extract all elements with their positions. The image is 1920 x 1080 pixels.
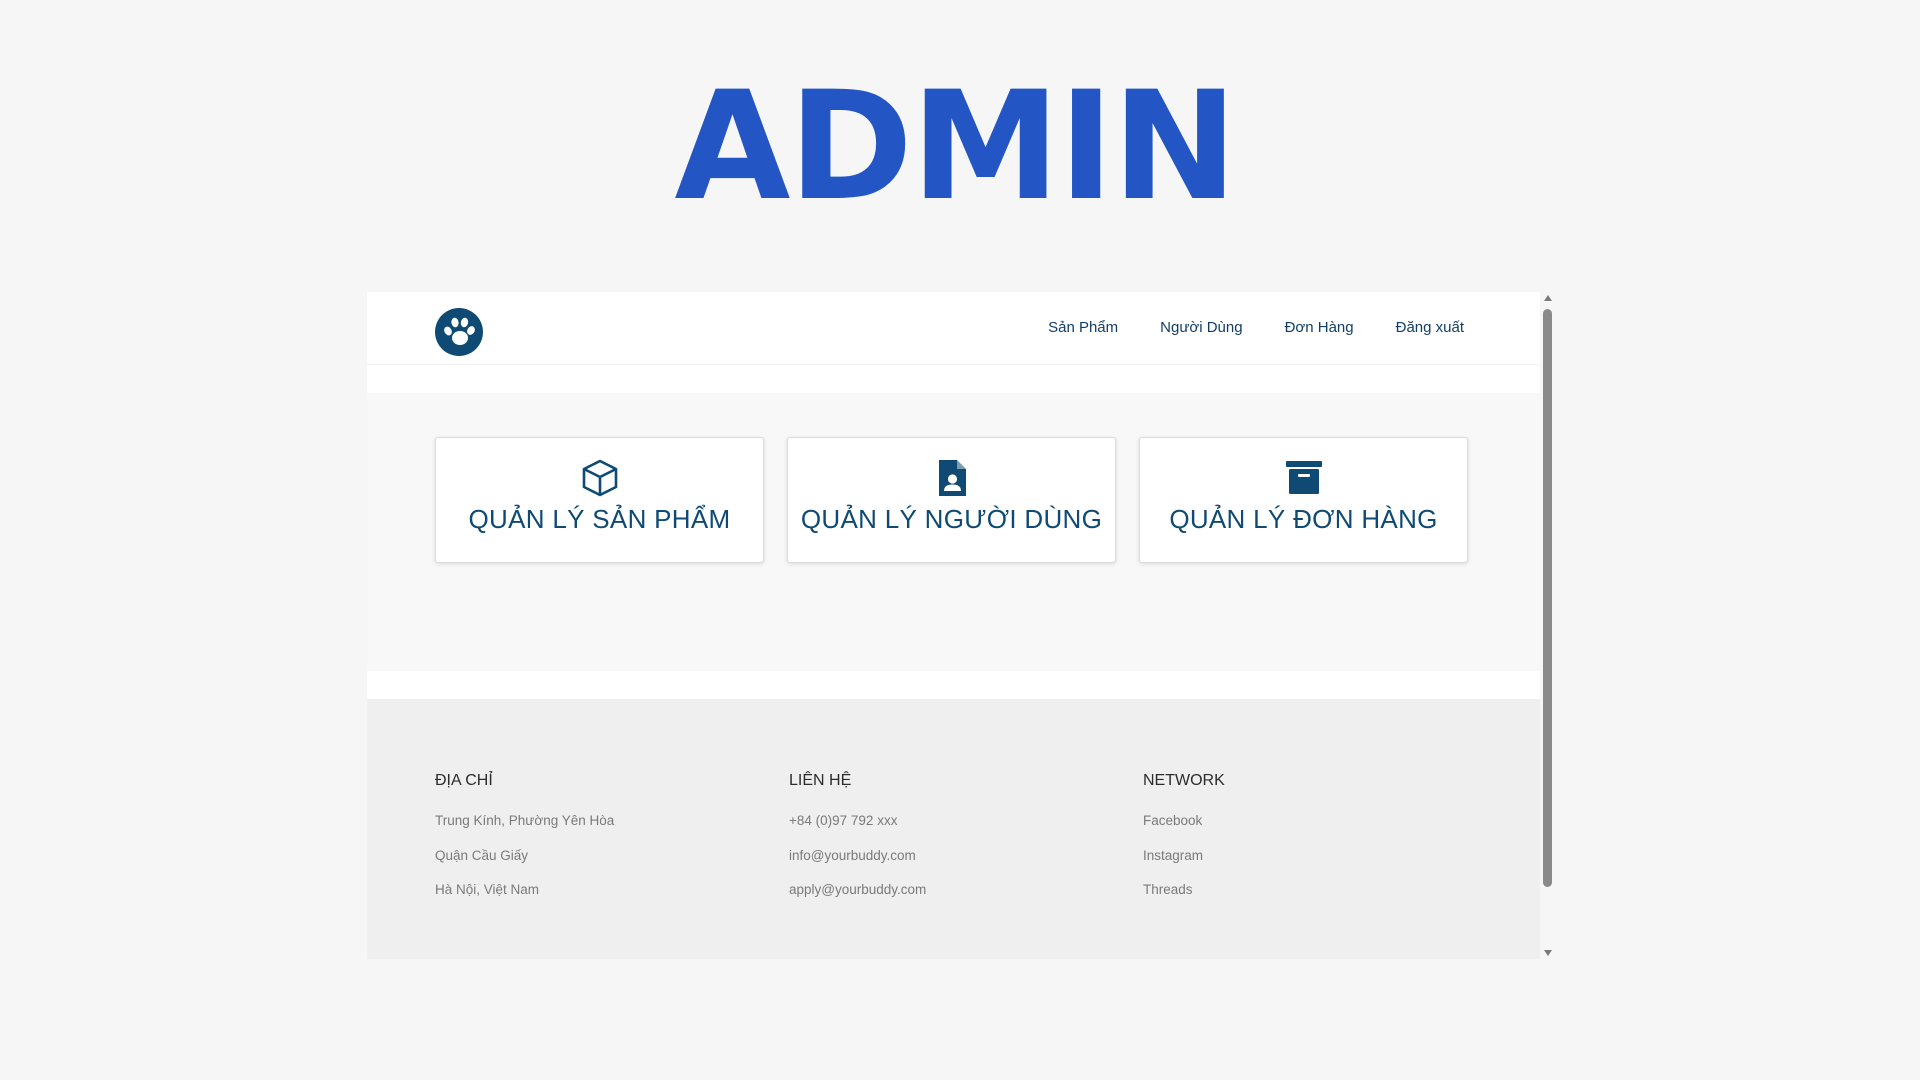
- card-label: QUẢN LÝ ĐƠN HÀNG: [1169, 504, 1438, 534]
- footer-contact: LIÊN HỆ +84 (0)97 792 xxx info@yourbuddy…: [789, 772, 1129, 917]
- nav-link-users[interactable]: Người Dùng: [1160, 319, 1242, 336]
- footer-heading: NETWORK: [1143, 772, 1225, 789]
- footer-text: Quận Cầu Giấy: [435, 847, 529, 863]
- paw-icon[interactable]: [435, 308, 483, 356]
- nav-link-products[interactable]: Sản Phẩm: [1048, 319, 1118, 336]
- footer-text: Hà Nội, Việt Nam: [435, 882, 540, 897]
- footer-heading: LIÊN HỆ: [789, 772, 852, 789]
- footer-text: +84 (0)97 792 xxx: [789, 813, 898, 828]
- footer-text: apply@yourbuddy.com: [789, 882, 927, 897]
- admin-dashboard: QUẢN LÝ SẢN PHẨM QUẢN LÝ NGƯỜI DÙNG QUẢN…: [367, 393, 1540, 671]
- nav-link-orders[interactable]: Đơn Hàng: [1285, 319, 1354, 336]
- embedded-page-frame: Sản Phẩm Người Dùng Đơn Hàng Đăng xuất Q…: [367, 292, 1540, 959]
- card-label: QUẢN LÝ NGƯỜI DÙNG: [800, 504, 1103, 534]
- footer-text: Trung Kính, Phường Yên Hòa: [435, 813, 615, 828]
- card-manage-orders[interactable]: QUẢN LÝ ĐƠN HÀNG: [1139, 437, 1468, 563]
- footer-network: NETWORK Facebook Instagram Threads: [1143, 772, 1483, 917]
- card-manage-products[interactable]: QUẢN LÝ SẢN PHẨM: [435, 437, 764, 563]
- card-manage-users[interactable]: QUẢN LÝ NGƯỜI DÙNG: [787, 437, 1116, 563]
- card-label: QUẢN LÝ SẢN PHẨM: [468, 504, 731, 534]
- site-footer: ĐỊA CHỈ Trung Kính, Phường Yên Hòa Quận …: [367, 699, 1540, 959]
- vertical-scrollbar[interactable]: [1540, 292, 1555, 959]
- footer-heading: ĐỊA CHỈ: [435, 772, 493, 789]
- nav-link-logout[interactable]: Đăng xuất: [1396, 319, 1464, 336]
- archive-icon: [1285, 461, 1322, 494]
- page-title: ADMIN: [674, 60, 1237, 234]
- user-file-icon: [938, 460, 966, 496]
- scroll-up-arrow-icon[interactable]: [1544, 295, 1552, 301]
- scrollbar-thumb[interactable]: [1543, 309, 1552, 887]
- nav-links: Sản Phẩm Người Dùng Đơn Hàng Đăng xuất: [1048, 319, 1464, 336]
- top-navbar: Sản Phẩm Người Dùng Đơn Hàng Đăng xuất: [367, 292, 1540, 365]
- footer-address: ĐỊA CHỈ Trung Kính, Phường Yên Hòa Quận …: [435, 772, 775, 917]
- footer-link-threads[interactable]: Threads: [1143, 882, 1483, 917]
- footer-link-instagram[interactable]: Instagram: [1143, 848, 1483, 883]
- scroll-down-arrow-icon[interactable]: [1544, 950, 1552, 956]
- footer-link-facebook[interactable]: Facebook: [1143, 813, 1483, 848]
- footer-text: info@yourbuddy.com: [789, 847, 916, 863]
- box-icon: [582, 459, 617, 497]
